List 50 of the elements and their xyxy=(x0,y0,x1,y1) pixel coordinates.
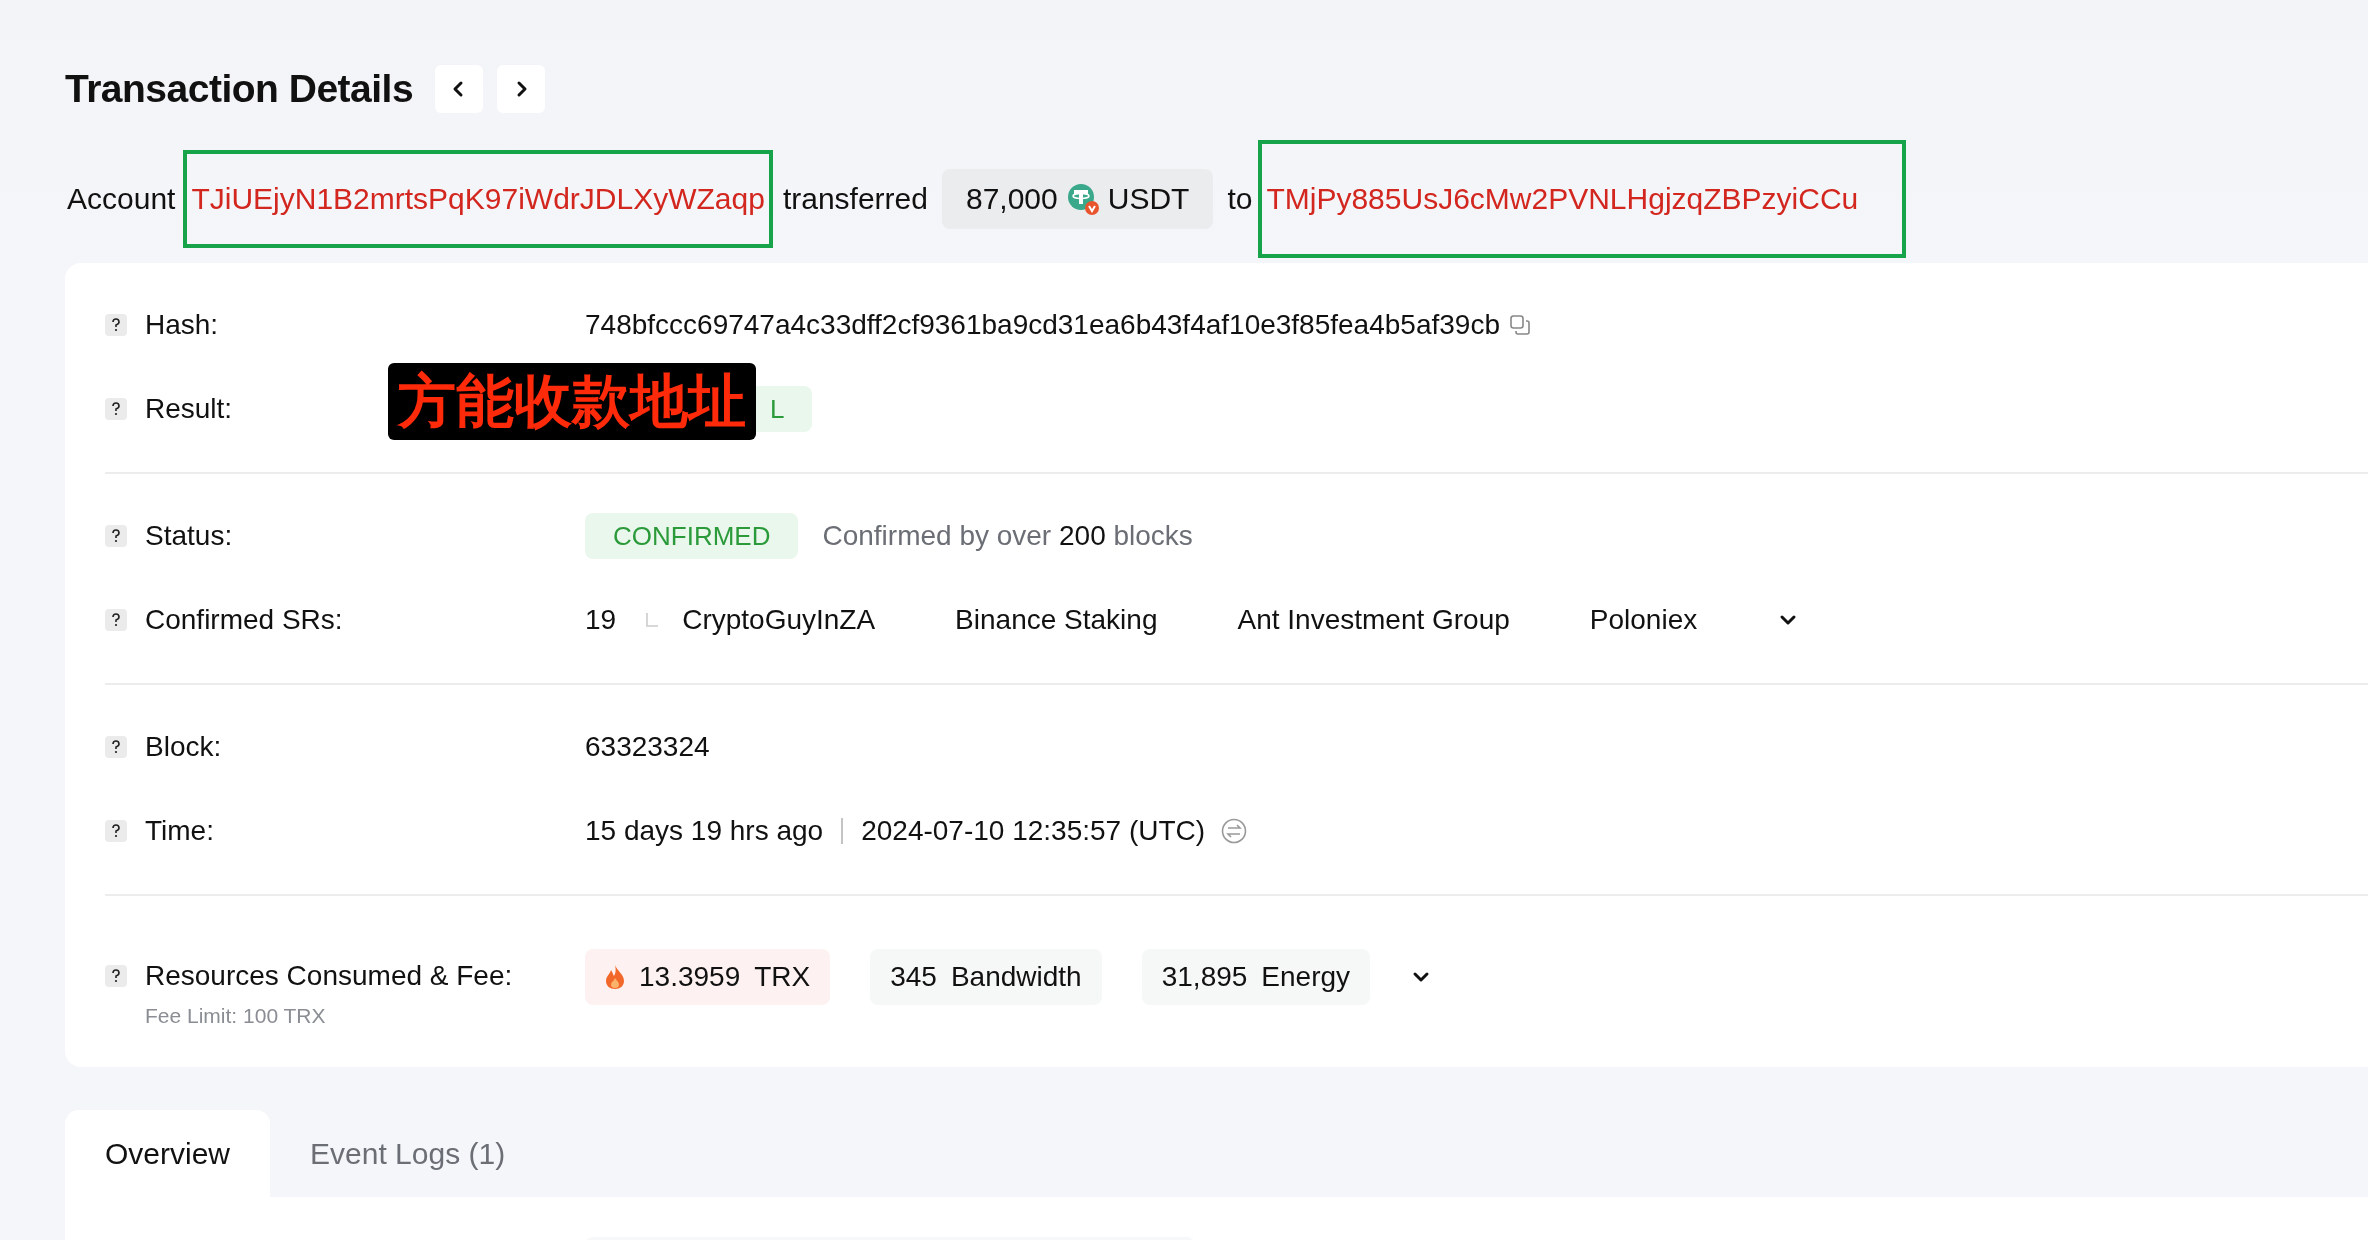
address-link[interactable]: TMjPy885UsJ6cMw2PVNLHgjzqZBPzyiCCu xyxy=(1266,182,1859,216)
annotation-label: 方能收款地址 xyxy=(388,363,756,440)
copy-icon[interactable] xyxy=(1510,315,1530,335)
sr-name[interactable]: Ant Investment Group xyxy=(1237,604,1510,636)
tab[interactable]: Overview xyxy=(65,1110,271,1197)
status-badge: CONFIRMED xyxy=(585,513,799,559)
field-label: Status: xyxy=(145,520,233,552)
summary-text: transferred xyxy=(782,182,928,216)
previous-button[interactable] xyxy=(435,65,484,113)
help-icon[interactable] xyxy=(105,609,127,631)
block-number[interactable]: 63323324 xyxy=(585,731,710,763)
flame-icon xyxy=(605,964,625,990)
sr-count: 19 xyxy=(585,604,617,636)
page-title: Transaction Details xyxy=(65,67,414,111)
summary-text: to xyxy=(1227,182,1253,216)
help-icon[interactable] xyxy=(105,398,127,420)
field-label: Time: xyxy=(145,815,214,847)
timestamp: 2024-07-10 12:35:57 (UTC) xyxy=(861,815,1206,847)
sr-name[interactable]: Binance Staking xyxy=(955,604,1158,636)
help-icon[interactable] xyxy=(105,820,127,842)
resource-amount: 345 xyxy=(890,961,937,993)
sr-name[interactable]: CryptoGuyInZA xyxy=(682,604,876,636)
field-label: Hash: xyxy=(145,309,219,341)
help-icon[interactable] xyxy=(105,314,127,336)
help-icon[interactable] xyxy=(105,965,127,987)
summary-text: Account xyxy=(67,182,176,216)
tab[interactable]: Event Logs (1) xyxy=(270,1110,546,1197)
resource-unit: Bandwidth xyxy=(950,961,1082,993)
resource-unit: TRX xyxy=(754,961,811,993)
confirmation-text: Confirmed by over 200 blocks xyxy=(822,520,1193,552)
field-label: Confirmed SRs: xyxy=(145,604,343,636)
resource-amount: 31,895 xyxy=(1161,961,1248,993)
token-icon xyxy=(1065,182,1100,216)
next-button[interactable] xyxy=(497,65,546,113)
resource-unit: Energy xyxy=(1261,961,1351,993)
help-icon[interactable] xyxy=(105,736,127,758)
swap-icon[interactable] xyxy=(1221,818,1248,844)
token-symbol: USDT xyxy=(1107,182,1190,216)
help-icon[interactable] xyxy=(105,525,127,547)
time-ago: 15 days 19 hrs ago xyxy=(585,815,824,847)
fee-limit-text: Fee Limit: 100 TRX xyxy=(145,1004,326,1028)
field-label: Resources Consumed & Fee: xyxy=(145,960,513,992)
hash-value: 748bfccc69747a4c33dff2cf9361ba9cd31ea6b43f4af10e3f85fea4b5af39cb xyxy=(585,309,1500,341)
resource-amount: 13.3959 xyxy=(639,961,741,993)
field-label: Block: xyxy=(145,731,222,763)
corner-icon xyxy=(646,613,659,627)
amount-value: 87,000 xyxy=(965,182,1058,216)
sr-name[interactable]: Poloniex xyxy=(1589,604,1698,636)
field-label: Result: xyxy=(145,393,233,425)
address-link[interactable]: TJiUEjyN1B2mrtsPqK97iWdrJDLXyWZaqp xyxy=(191,182,765,216)
